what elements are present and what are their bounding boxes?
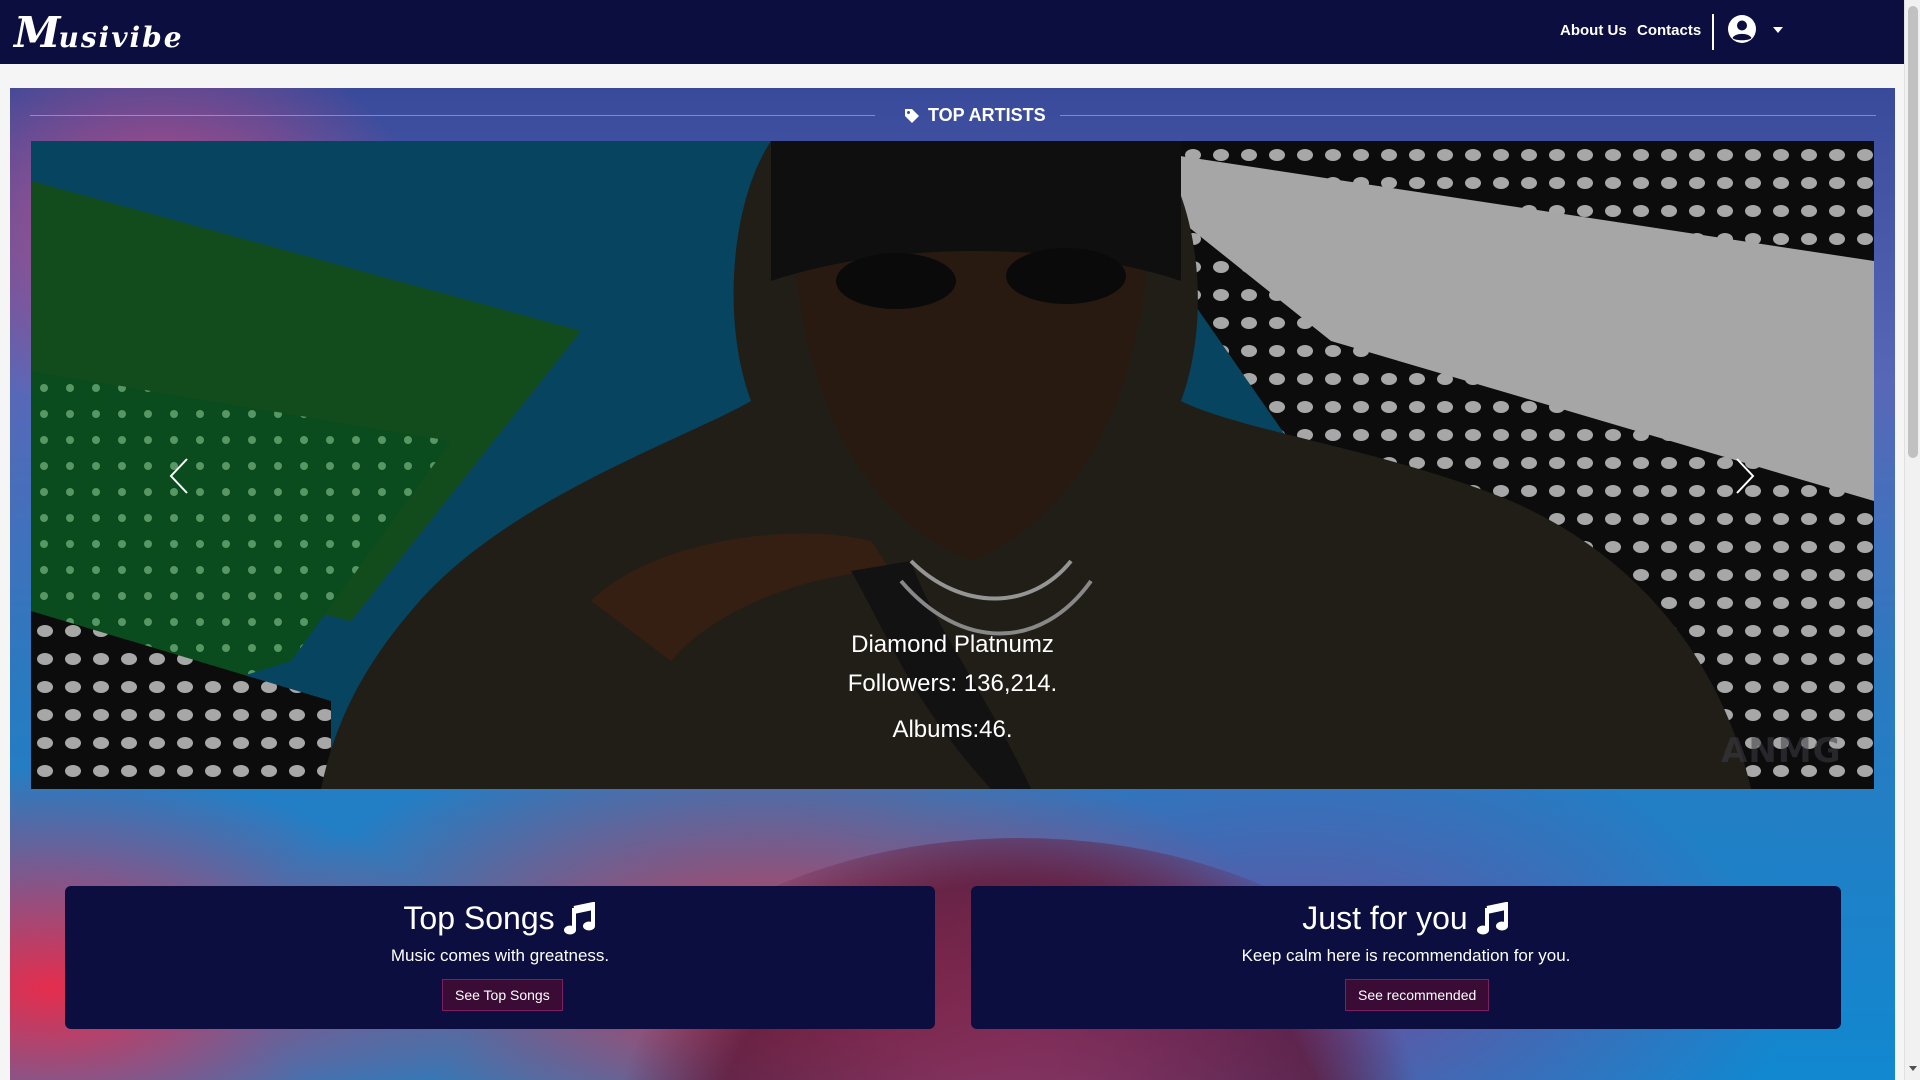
music-note-icon [1476, 901, 1508, 934]
scrollbar-thumb[interactable] [1908, 6, 1918, 458]
just-for-you-title: Just for you [971, 900, 1841, 937]
scroll-down-arrow-icon[interactable] [1909, 1066, 1917, 1071]
tag-icon [905, 108, 919, 123]
logo[interactable]: M usivibe [14, 8, 184, 57]
artist-carousel[interactable]: Diamond Platnumz Followers: 136,214. Alb… [31, 141, 1874, 789]
artist-followers: Followers: 136,214. [847, 670, 1058, 697]
page-scrollbar[interactable] [1904, 0, 1920, 1080]
photo-watermark: ANMG [1721, 731, 1842, 771]
logo-text: usivibe [58, 21, 184, 54]
top-songs-text: Music comes with greatness. [390, 946, 610, 965]
just-for-you-text: Keep calm here is recommendation for you… [1241, 946, 1571, 965]
just-for-you-card: Just for you Keep calm here is recommend… [971, 886, 1841, 1029]
title-divider-right [1060, 115, 1876, 116]
music-note-icon [563, 901, 595, 934]
section-header: TOP ARTISTS [30, 100, 1876, 130]
artist-albums: Albums:46. [892, 716, 1013, 743]
see-recommended-button[interactable]: See recommended [1345, 979, 1490, 1011]
nav-about-us[interactable]: About Us [1560, 22, 1627, 39]
carousel-next-icon[interactable] [1723, 441, 1763, 511]
nav-divider [1712, 14, 1714, 50]
title-divider-left [30, 115, 875, 116]
logo-initial: M [14, 8, 60, 57]
top-songs-card: Top Songs Music comes with greatness. Se… [65, 886, 935, 1029]
main-panel: TOP ARTISTS Diamond Platnumz Followers: … [10, 88, 1895, 1080]
nav-contacts[interactable]: Contacts [1637, 22, 1701, 39]
artist-name: Diamond Platnumz [851, 631, 1054, 658]
dropdown-caret-icon[interactable] [1773, 27, 1783, 33]
section-title: TOP ARTISTS [904, 105, 1046, 126]
top-songs-title-text: Top Songs [403, 900, 555, 936]
see-top-songs-button[interactable]: See Top Songs [442, 979, 563, 1011]
just-for-you-title-text: Just for you [1302, 900, 1468, 936]
section-title-text: TOP ARTISTS [928, 105, 1046, 125]
top-songs-title: Top Songs [65, 900, 935, 937]
user-account-icon[interactable] [1727, 14, 1757, 44]
carousel-prev-icon[interactable] [161, 441, 201, 511]
navbar: M usivibe About Us Contacts [0, 0, 1904, 64]
